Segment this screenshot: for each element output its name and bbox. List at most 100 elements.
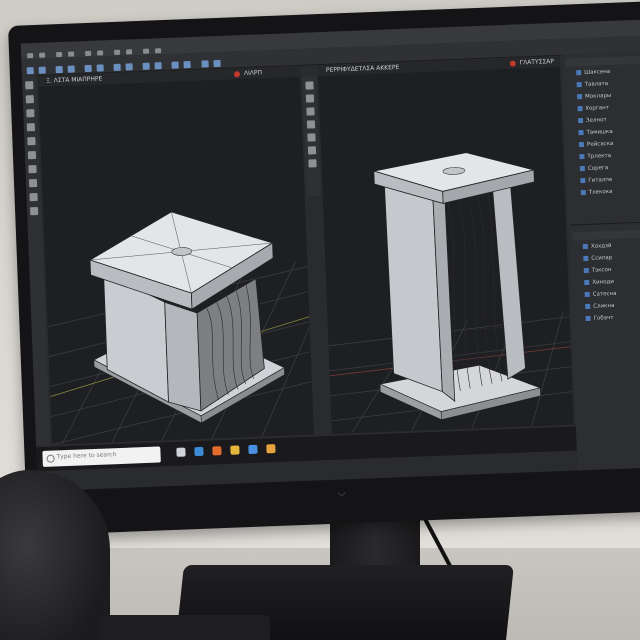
- select-tool-icon[interactable]: [25, 95, 34, 104]
- loop-tool-icon[interactable]: [28, 179, 38, 188]
- tool-icon[interactable]: [96, 64, 104, 72]
- tool-icon[interactable]: [67, 65, 75, 73]
- object-icon: [579, 153, 585, 160]
- panel-item[interactable]: Гиталпе: [580, 177, 612, 186]
- panel-item[interactable]: Гобачт: [585, 315, 614, 324]
- viewport-label: ΓΛΑΤΥΣΣΑΡ: [519, 58, 555, 67]
- panel-item-label: Ссипар: [591, 254, 613, 262]
- menu-item[interactable]: [126, 49, 133, 55]
- view-icon[interactable]: [305, 94, 315, 103]
- extrude-tool-icon[interactable]: [28, 165, 37, 174]
- menu-item[interactable]: [97, 50, 104, 56]
- panel-item[interactable]: Тэксон: [583, 267, 612, 276]
- panel-item[interactable]: Моклары: [577, 93, 611, 102]
- menu-item[interactable]: [27, 53, 34, 59]
- panel-item[interactable]: Ссипар: [583, 255, 612, 264]
- object-icon: [578, 129, 584, 136]
- knife-tool-icon[interactable]: [27, 151, 37, 160]
- tool-icon[interactable]: [113, 63, 122, 71]
- camera-icon[interactable]: [305, 81, 314, 90]
- scale-tool-icon[interactable]: [26, 123, 36, 132]
- panel-item-label: Моклары: [585, 92, 612, 100]
- panel-item[interactable]: Рейсаска: [578, 140, 614, 150]
- panel-item[interactable]: Хиноди: [584, 279, 614, 288]
- layer-icon[interactable]: [307, 146, 317, 155]
- pedestal-model-left: [88, 211, 286, 424]
- panel-item[interactable]: Сорега: [579, 165, 609, 174]
- menu-item[interactable]: [68, 51, 75, 57]
- object-icon: [580, 189, 586, 196]
- viewport-left[interactable]: Ξ. ΛΣΤΑ ΜΙΑΠΡΗΡΕ ΛΙΛΡΠ: [37, 66, 314, 445]
- menu-item[interactable]: [85, 50, 92, 57]
- panel-item[interactable]: Сатесна: [584, 290, 617, 300]
- tool-icon[interactable]: [183, 61, 192, 69]
- object-icon: [577, 94, 583, 100]
- panel-item[interactable]: Шаксена: [576, 69, 610, 78]
- panel-item-label: Шаксена: [584, 68, 611, 76]
- mail-icon[interactable]: [248, 444, 258, 455]
- edit-tool-icon[interactable]: [27, 137, 36, 146]
- menu-item[interactable]: [155, 48, 162, 54]
- object-icon: [584, 291, 590, 298]
- panel-item-label: Гиталпе: [588, 176, 613, 184]
- panel-item-label: Рейсаска: [586, 140, 614, 148]
- rotate-tool-icon[interactable]: [26, 109, 35, 118]
- tool-icon[interactable]: [55, 65, 63, 74]
- object-icon: [576, 70, 582, 76]
- move-tool-icon[interactable]: [25, 81, 34, 90]
- object-icon: [579, 165, 585, 172]
- measure-tool-icon[interactable]: [29, 206, 39, 216]
- tool-icon[interactable]: [38, 66, 46, 74]
- store-icon[interactable]: [212, 446, 222, 456]
- edge-icon[interactable]: [194, 446, 204, 457]
- pedestal-model-right: [373, 152, 542, 421]
- object-icon: [585, 315, 591, 322]
- panel-item-label: Тавлата: [584, 81, 609, 88]
- panel-item[interactable]: Тамишка: [578, 129, 613, 138]
- menu-item[interactable]: [39, 52, 46, 58]
- record-icon[interactable]: [233, 71, 241, 78]
- app-icon[interactable]: [266, 444, 276, 454]
- taskbar-search[interactable]: Туре here to search: [42, 446, 161, 467]
- outliner-panel: Шаксена Тавлата Моклары Уоргант Зелнот Тамишк…: [561, 51, 640, 471]
- grid-icon[interactable]: [306, 120, 316, 129]
- panel-item[interactable]: Тлекока: [580, 188, 613, 198]
- tool-icon[interactable]: [142, 62, 151, 70]
- menu-item[interactable]: [143, 48, 150, 54]
- tool-icon[interactable]: [125, 63, 134, 71]
- panel-item[interactable]: Трлекта: [579, 153, 611, 162]
- viewport-title: Ξ. ΛΣΤΑ ΜΙΑΠΡΗΡΕ: [46, 75, 103, 85]
- panel-item[interactable]: Сликна: [585, 303, 615, 312]
- record-icon[interactable]: [509, 60, 516, 67]
- brand-logo: ◡: [337, 487, 346, 497]
- panel-item-label: Сатесна: [592, 290, 617, 298]
- tool-icon[interactable]: [201, 60, 209, 68]
- panel-item[interactable]: Тавлата: [576, 81, 609, 90]
- gizmo-icon[interactable]: [308, 159, 317, 168]
- tool-icon[interactable]: [26, 67, 34, 75]
- search-placeholder: Туре here to search: [56, 451, 117, 461]
- tool-icon[interactable]: [213, 59, 221, 68]
- object-icon: [577, 117, 584, 124]
- model-view-right: [328, 152, 573, 434]
- panel-item-label: Тлекока: [588, 188, 613, 196]
- panel-item[interactable]: Зелнот: [577, 117, 607, 126]
- panel-item[interactable]: Хахдзй: [582, 243, 612, 252]
- object-icon: [585, 303, 591, 310]
- panel-header: [565, 55, 640, 67]
- light-icon[interactable]: [306, 107, 315, 116]
- menu-item[interactable]: [56, 51, 63, 58]
- shading-icon[interactable]: [307, 133, 316, 142]
- panel-item-label: Хиноди: [592, 278, 615, 286]
- task-view-icon[interactable]: [176, 447, 186, 457]
- tool-icon[interactable]: [154, 62, 163, 70]
- tool-icon[interactable]: [84, 64, 93, 73]
- viewport-right[interactable]: ΡΕΡΡΙΦΥΔΕΤΛΣΑ ΑΚΚΕΡΕ ΓΛΑΤΥΣΣΑΡ: [317, 56, 574, 434]
- tool-icon[interactable]: [171, 61, 180, 69]
- object-icon: [578, 141, 585, 148]
- panel-item[interactable]: Уоргант: [577, 105, 609, 114]
- menu-item[interactable]: [114, 49, 121, 55]
- brush-tool-icon[interactable]: [29, 192, 38, 202]
- search-icon: [46, 454, 55, 463]
- folder-icon[interactable]: [230, 445, 240, 455]
